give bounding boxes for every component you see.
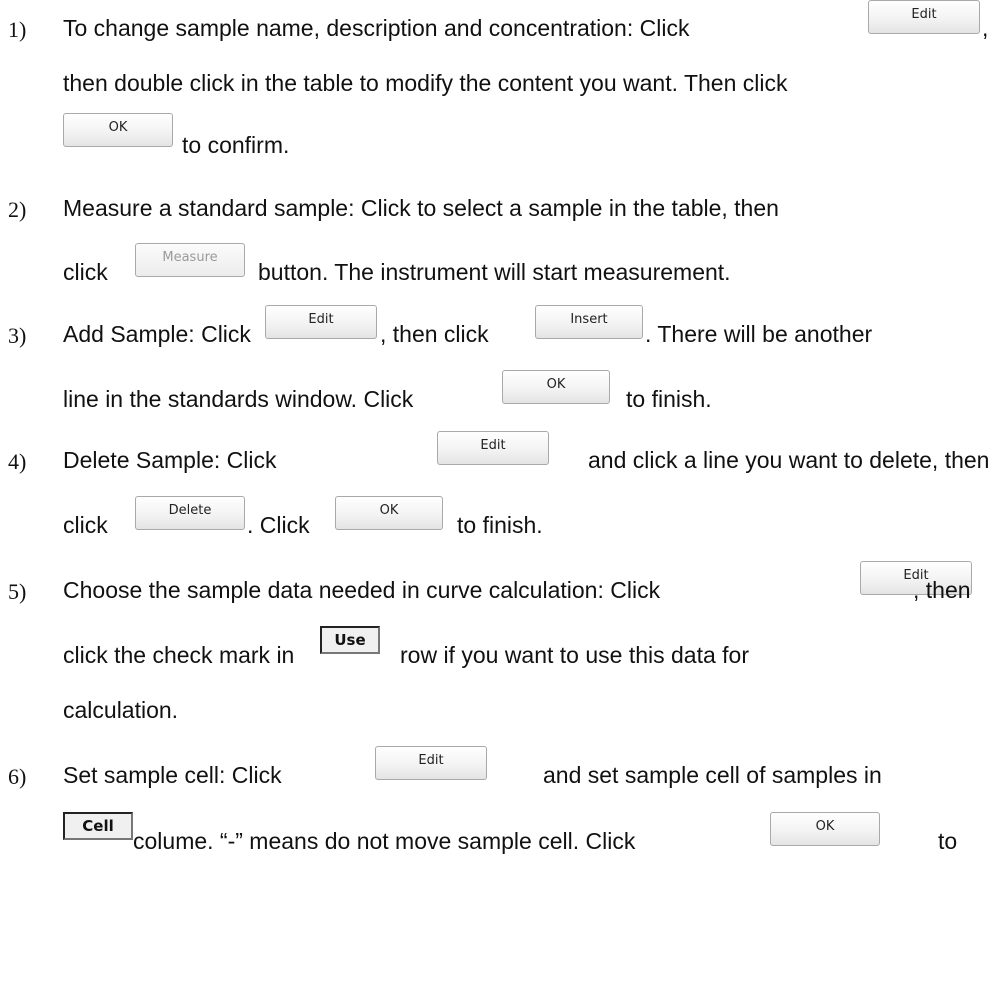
item-5-text-line1a: Choose the sample data needed in curve c…: [63, 577, 661, 603]
item-3-text-line1c: . There will be another: [645, 321, 873, 347]
item-3-text-line2a: line in the standards window. Click: [63, 386, 414, 412]
item-2-text-line2b: button. The instrument will start measur…: [258, 259, 731, 285]
ok-button[interactable]: OK: [335, 496, 443, 530]
item-number: 6): [8, 764, 27, 789]
item-4-text-line1b: and click a line you want to delete, the…: [588, 447, 990, 473]
item-1-text-line1: To change sample name, description and c…: [63, 15, 690, 41]
delete-button[interactable]: Delete: [135, 496, 245, 530]
item-4-text-line2b: . Click: [247, 512, 310, 538]
edit-button[interactable]: Edit: [437, 431, 549, 465]
edit-button[interactable]: Edit: [375, 746, 487, 780]
item-1-text-line3: to confirm.: [182, 132, 290, 158]
item-3-text-line2b: to finish.: [626, 386, 712, 412]
item-5-text-line1b: , then: [913, 577, 971, 603]
item-1-text-line2: then double click in the table to modify…: [63, 70, 788, 96]
item-6-text-line1a: Set sample cell: Click: [63, 762, 282, 788]
item-6-text-line2a: colume. “-” means do not move sample cel…: [133, 828, 636, 854]
use-column-header: Use: [320, 626, 380, 654]
item-number: 1): [8, 17, 27, 42]
edit-button[interactable]: Edit: [868, 0, 980, 34]
item-2-text-line2a: click: [63, 259, 108, 285]
item-4-text-line2a: click: [63, 512, 108, 538]
item-4-text-line1a: Delete Sample: Click: [63, 447, 277, 473]
item-number: 4): [8, 449, 27, 474]
item-2-text-line1: Measure a standard sample: Click to sele…: [63, 195, 779, 221]
ok-button[interactable]: OK: [770, 812, 880, 846]
item-number: 3): [8, 323, 27, 348]
item-6-text-line2b: to: [938, 828, 958, 854]
ok-button[interactable]: OK: [502, 370, 610, 404]
item-5-text-line3: calculation.: [63, 697, 179, 723]
item-number: 5): [8, 579, 27, 604]
cell-column-header: Cell: [63, 812, 133, 840]
item-6-text-line1b: and set sample cell of samples in: [543, 762, 882, 788]
insert-button[interactable]: Insert: [535, 305, 643, 339]
item-number: 2): [8, 197, 27, 222]
edit-button[interactable]: Edit: [265, 305, 377, 339]
item-3-text-line1a: Add Sample: Click: [63, 321, 251, 347]
measure-button[interactable]: Measure: [135, 243, 245, 277]
item-5-text-line2a: click the check mark in: [63, 642, 295, 668]
item-4-text-line2c: to finish.: [457, 512, 543, 538]
item-1-comma: ,: [982, 15, 989, 41]
item-5-text-line2b: row if you want to use this data for: [400, 642, 750, 668]
ok-button[interactable]: OK: [63, 113, 173, 147]
item-3-text-line1b: , then click: [380, 321, 489, 347]
